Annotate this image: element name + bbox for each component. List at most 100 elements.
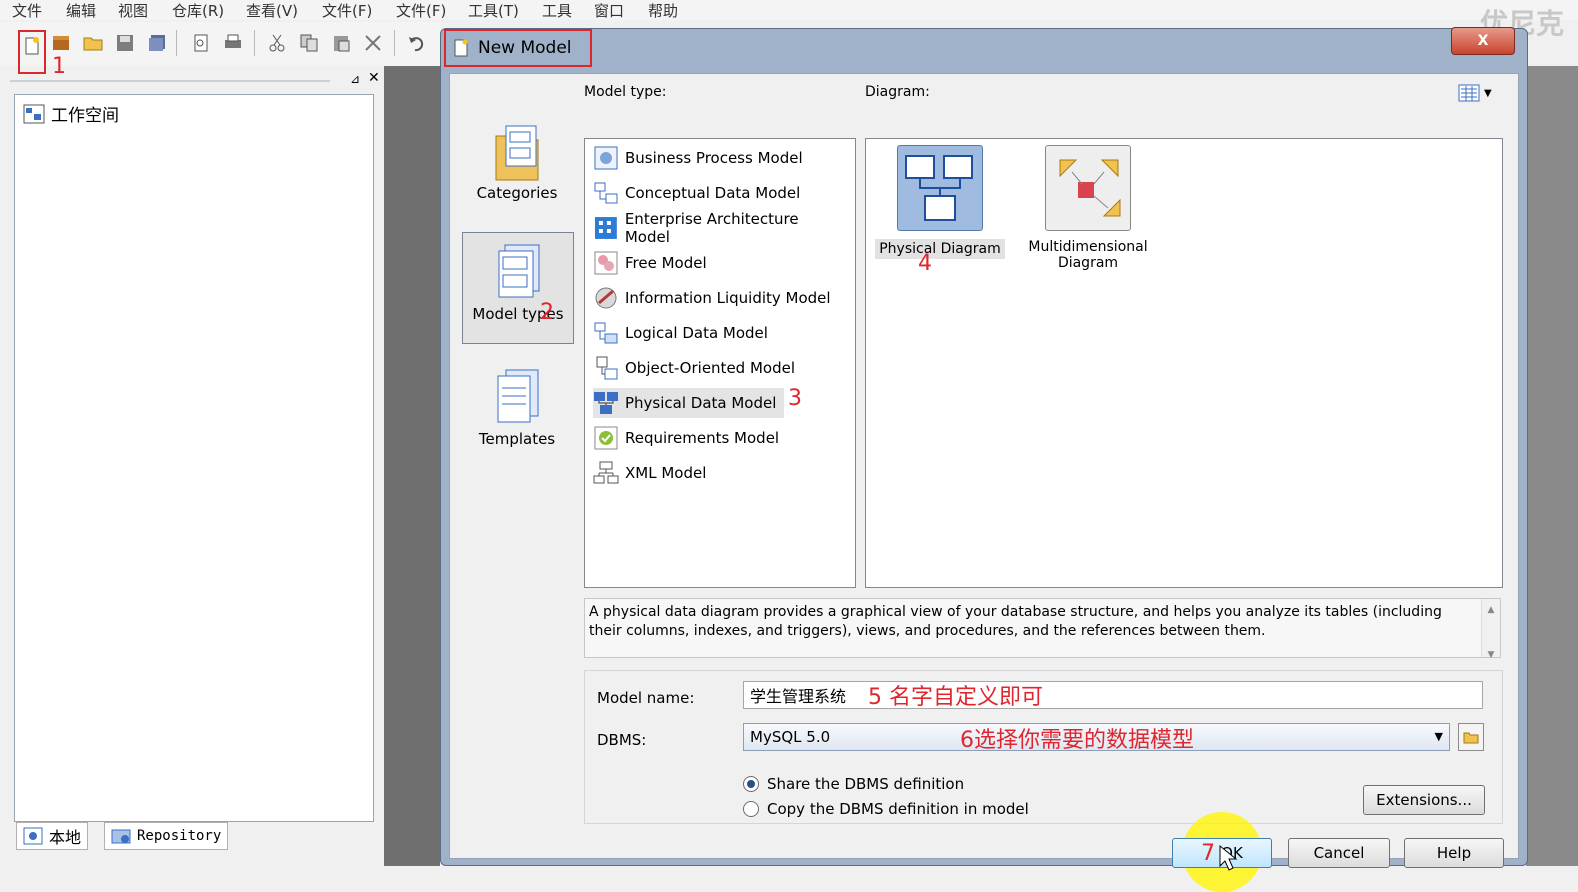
annotation-5: 5 名字自定义即可 xyxy=(868,685,1044,710)
list-item-label: Enterprise Architecture Model xyxy=(624,210,799,246)
multidimensional-diagram-icon xyxy=(1045,145,1131,231)
physical-diagram-label: Physical Diagram xyxy=(875,239,1005,259)
open-button[interactable] xyxy=(82,32,104,54)
list-item-object-oriented[interactable]: Object-Oriented Model xyxy=(593,353,803,383)
list-item-enterprise-architecture[interactable]: Enterprise Architecture Model xyxy=(593,210,855,246)
tab-repository[interactable]: Repository xyxy=(104,822,229,850)
radio-selected[interactable] xyxy=(743,776,759,792)
scroll-up-icon[interactable]: ▲ xyxy=(1482,601,1500,620)
templates-label: Templates xyxy=(478,430,556,448)
description-text: A physical data diagram provides a graph… xyxy=(589,604,1442,639)
save-all-button[interactable] xyxy=(146,32,168,54)
list-item-information-liquidity[interactable]: Information Liquidity Model xyxy=(593,283,839,313)
menu-tools[interactable]: 工具(T) xyxy=(468,0,519,21)
list-item-label: Free Model xyxy=(625,254,707,272)
dbms-value: MySQL 5.0 xyxy=(750,728,831,746)
list-item-label: Logical Data Model xyxy=(625,324,768,342)
delete-button[interactable] xyxy=(362,32,384,54)
extensions-button[interactable]: Extensions... xyxy=(1363,785,1485,815)
print-preview-icon xyxy=(194,34,208,52)
undo-icon xyxy=(409,37,424,52)
diagram-physical[interactable]: Physical Diagram xyxy=(870,145,1010,259)
model-name-input[interactable]: 学生管理系统 5 名字自定义即可 xyxy=(743,681,1483,710)
dialog-title: New Model xyxy=(444,29,592,67)
list-item-physical-data[interactable]: Physical Data Model xyxy=(593,388,785,418)
toolbar xyxy=(0,22,440,74)
pin-icon[interactable]: ⊿ xyxy=(350,72,360,86)
categories-button[interactable]: Categories xyxy=(462,112,572,222)
workspace-node[interactable]: 工作空间 xyxy=(23,101,119,126)
list-item-xml-model[interactable]: XML Model xyxy=(593,458,714,488)
repository-icon xyxy=(111,829,131,844)
undo-button[interactable] xyxy=(406,32,428,54)
view-mode-button[interactable]: ▼ xyxy=(1458,82,1504,104)
diagram-list[interactable]: Physical Diagram Multidimensional Diagra… xyxy=(865,138,1503,588)
copy-dbms-radio[interactable]: Copy the DBMS definition in model xyxy=(743,800,1029,818)
dbms-select[interactable]: MySQL 5.0 6选择你需要的数据模型 ▼ xyxy=(743,723,1450,753)
annotation-6: 6选择你需要的数据模型 xyxy=(960,728,1194,753)
save-all-icon xyxy=(149,35,165,51)
list-item-label: Information Liquidity Model xyxy=(625,289,831,307)
print-preview-button[interactable] xyxy=(190,32,212,54)
menu-file3[interactable]: 文件(F) xyxy=(396,0,446,21)
cut-button[interactable] xyxy=(266,32,288,54)
menu-file[interactable]: 文件 xyxy=(12,0,42,21)
description-scrollbar[interactable]: ▲ ▼ xyxy=(1481,599,1500,660)
save-icon xyxy=(117,35,133,51)
folder-open-icon xyxy=(83,37,103,51)
menu-view2[interactable]: 查看(V) xyxy=(246,0,298,21)
annotation-3: 3 xyxy=(788,386,802,411)
business-process-icon xyxy=(594,146,618,170)
templates-icon xyxy=(497,369,539,423)
browse-dbms-button[interactable] xyxy=(1458,723,1484,751)
chevron-down-icon: ▼ xyxy=(1484,87,1492,99)
menu-repository[interactable]: 仓库(R) xyxy=(172,0,224,21)
menu-window[interactable]: 窗口 xyxy=(594,0,624,21)
save-button[interactable] xyxy=(114,32,136,54)
model-types-button[interactable]: Model types xyxy=(462,232,574,344)
panel-close-icon[interactable]: ✕ xyxy=(368,70,380,86)
logical-data-icon xyxy=(594,322,618,344)
list-item-label: Conceptual Data Model xyxy=(625,184,801,202)
diagram-multidimensional[interactable]: Multidimensional Diagram xyxy=(1018,145,1158,271)
browser-tabs: 本地 Repository xyxy=(12,820,382,852)
tab-local[interactable]: 本地 xyxy=(16,822,89,850)
tab-repository-label: Repository xyxy=(137,828,222,844)
help-button[interactable]: Help xyxy=(1404,838,1504,868)
new-model-button[interactable] xyxy=(18,30,46,74)
list-item-free-model[interactable]: Free Model xyxy=(593,248,715,278)
share-dbms-radio[interactable]: Share the DBMS definition xyxy=(743,775,964,793)
enterprise-architecture-icon xyxy=(594,217,617,239)
close-button[interactable]: X xyxy=(1451,27,1515,55)
dropdown-arrow-icon[interactable]: ▼ xyxy=(1435,730,1443,743)
list-item-requirements[interactable]: Requirements Model xyxy=(593,423,787,453)
list-item-business-process[interactable]: Business Process Model xyxy=(593,143,811,173)
list-item-conceptual-data[interactable]: Conceptual Data Model xyxy=(593,178,808,208)
menu-help[interactable]: 帮助 xyxy=(648,0,678,21)
copy-button[interactable] xyxy=(298,32,320,54)
model-type-list[interactable]: Business Process Model Conceptual Data M… xyxy=(584,138,856,588)
templates-button[interactable]: Templates xyxy=(462,358,572,468)
model-type-label: Model type: xyxy=(584,84,667,100)
multidimensional-diagram-label: Multidimensional Diagram xyxy=(1028,239,1148,271)
print-icon xyxy=(225,34,241,48)
cut-icon xyxy=(269,34,285,52)
model-name-value: 学生管理系统 xyxy=(750,687,847,706)
list-item-logical-data[interactable]: Logical Data Model xyxy=(593,318,776,348)
model-types-icon xyxy=(498,244,540,298)
paste-button[interactable] xyxy=(330,32,352,54)
menu-file2[interactable]: 文件(F) xyxy=(322,0,372,21)
conceptual-data-icon xyxy=(594,182,618,204)
menu-tools2[interactable]: 工具 xyxy=(542,0,572,21)
print-button[interactable] xyxy=(222,32,244,54)
list-item-label: Object-Oriented Model xyxy=(625,359,795,377)
radio-unselected[interactable] xyxy=(743,801,759,817)
cancel-button[interactable]: Cancel xyxy=(1288,838,1390,868)
new-file-icon xyxy=(25,37,39,55)
open-workspace-button[interactable] xyxy=(50,32,72,54)
dialog-title-text: New Model xyxy=(478,38,572,58)
scroll-down-icon[interactable]: ▼ xyxy=(1482,646,1500,665)
menu-view[interactable]: 视图 xyxy=(118,0,148,21)
menu-edit[interactable]: 编辑 xyxy=(66,0,96,21)
folder-icon xyxy=(1463,732,1479,744)
